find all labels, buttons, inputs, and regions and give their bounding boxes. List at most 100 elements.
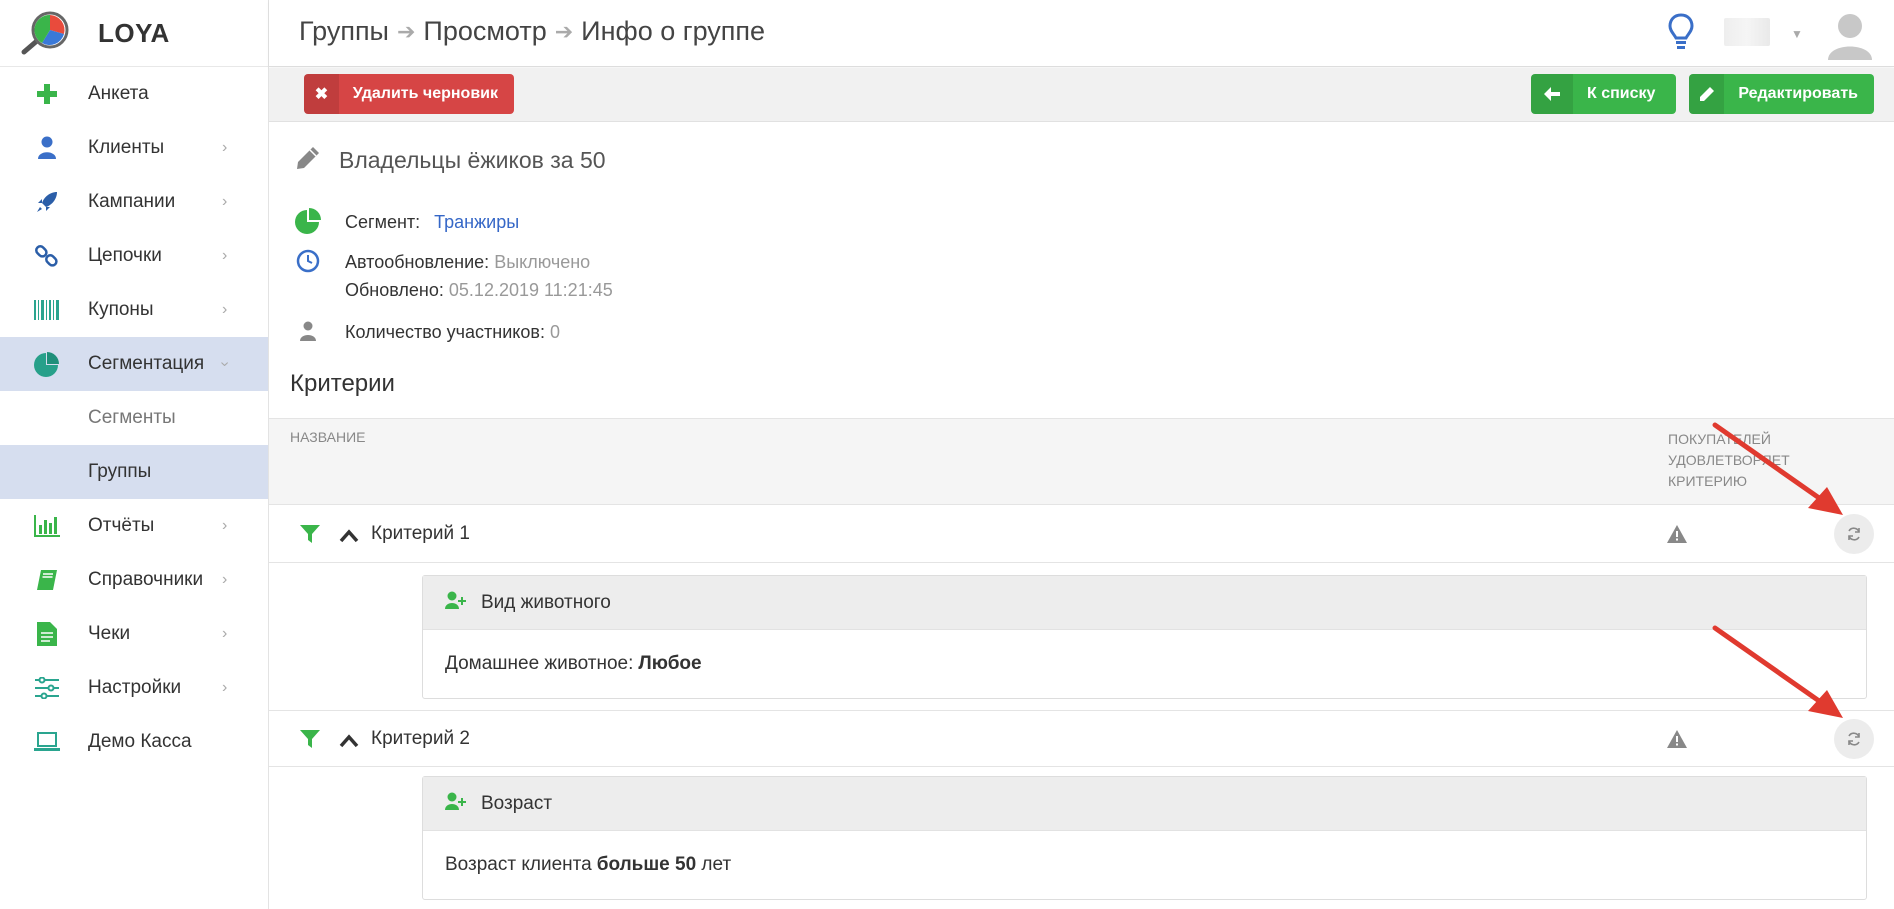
autoupdate-value: Выключено: [494, 252, 591, 272]
sidebar-item-receipts[interactable]: Чеки ›: [0, 607, 268, 661]
sidebar-item-settings[interactable]: Настройки ›: [0, 661, 268, 715]
sidebar-item-label: Кампании: [88, 191, 176, 212]
laptop-icon: [33, 728, 61, 756]
members-row: Количество участников: 0: [295, 318, 560, 346]
sidebar-item-demo-cashbox[interactable]: Демо Касса: [0, 715, 268, 769]
sidebar-item-label: Анкета: [88, 83, 149, 104]
sidebar-item-anketa[interactable]: Анкета: [0, 67, 268, 121]
filter-icon: [299, 523, 321, 545]
refresh-button[interactable]: [1834, 514, 1874, 554]
card-title: Возраст: [481, 792, 553, 814]
edit-button[interactable]: Редактировать: [1689, 74, 1874, 114]
card-value: Любое: [638, 653, 702, 674]
autoupdate-label: Автообновление:: [345, 252, 490, 272]
logo[interactable]: LOYA: [0, 0, 268, 67]
sidebar-item-clients[interactable]: Клиенты ›: [0, 121, 268, 175]
arrow-left-icon: [1531, 74, 1573, 114]
bar-chart-icon: [33, 512, 61, 540]
card-value: больше 50: [596, 854, 697, 875]
updated-label: Обновлено:: [345, 280, 444, 300]
segment-link[interactable]: Транжиры: [434, 212, 519, 232]
autoupdate-row: Автообновление: Выключено Обновлено: 05.…: [295, 248, 613, 304]
segment-label: Сегмент:: [345, 212, 421, 232]
sidebar-item-label: Сегменты: [88, 407, 176, 428]
filter-icon: [299, 728, 321, 750]
pie-chart-icon: [295, 208, 321, 234]
card-title: Вид животного: [481, 591, 611, 613]
criteria-title: Критерии: [290, 370, 395, 397]
criterion-name: Критерий 2: [371, 727, 470, 749]
chevron-right-icon: ›: [222, 301, 228, 318]
col-header-name: Название: [290, 429, 366, 445]
toolbar: ✖ Удалить черновик К списку Редактироват…: [269, 68, 1894, 122]
user-name-blurred[interactable]: [1724, 18, 1770, 46]
add-user-icon: [445, 591, 467, 614]
user-icon: [295, 318, 321, 344]
sidebar-item-label: Чеки: [88, 623, 131, 644]
criterion-row[interactable]: Критерий 1: [269, 506, 1894, 563]
lightbulb-icon[interactable]: [1666, 12, 1696, 52]
clock-icon: [295, 248, 321, 274]
breadcrumb-groups[interactable]: Группы: [299, 16, 389, 47]
criterion-card: Возраст Возраст клиента больше 50 лет: [422, 776, 1867, 900]
refresh-icon: [1848, 527, 1860, 541]
sidebar-item-chains[interactable]: Цепочки ›: [0, 229, 268, 283]
sidebar-item-label: Сегментация: [88, 353, 205, 374]
sidebar-item-reports[interactable]: Отчёты ›: [0, 499, 268, 553]
caret-down-icon[interactable]: ▼: [1791, 27, 1803, 41]
criterion-row[interactable]: Критерий 2: [269, 710, 1894, 767]
chain-icon: [33, 242, 61, 270]
app-name: LOYA: [98, 17, 170, 48]
sidebar-item-coupons[interactable]: Купоны ›: [0, 283, 268, 337]
warning-icon: [1667, 729, 1687, 748]
sidebar-item-campaigns[interactable]: Кампании ›: [0, 175, 268, 229]
avatar[interactable]: [1824, 8, 1876, 60]
criterion-name: Критерий 1: [371, 523, 470, 544]
sidebar-subitem-segments[interactable]: Сегменты: [0, 391, 268, 445]
card-text: Возраст клиента: [445, 854, 592, 875]
chevron-up-icon[interactable]: [339, 732, 359, 747]
sidebar-item-directories[interactable]: Справочники ›: [0, 553, 268, 607]
book-icon: [33, 566, 61, 594]
members-value: 0: [549, 322, 560, 342]
close-icon: ✖: [304, 74, 339, 114]
card-body: Домашнее животное: Любое: [423, 630, 1866, 698]
plus-icon: [33, 80, 61, 108]
segment-row: Сегмент: Транжиры: [295, 208, 519, 236]
sidebar-item-label: Клиенты: [88, 137, 165, 158]
sidebar-item-label: Справочники: [88, 569, 204, 590]
sidebar-item-label: Цепочки: [88, 245, 162, 266]
add-user-icon: [445, 792, 467, 815]
sidebar-item-label: Группы: [88, 461, 152, 482]
sidebar-item-label: Отчёты: [88, 515, 155, 536]
breadcrumb-group-info: Инфо о группе: [581, 16, 766, 46]
sidebar-item-label: Настройки: [88, 677, 182, 698]
refresh-button[interactable]: [1834, 718, 1874, 759]
delete-draft-button[interactable]: ✖ Удалить черновик: [304, 74, 514, 114]
header: Группы ➔ Просмотр ➔ Инфо о группе ▼: [269, 0, 1894, 67]
card-suffix: лет: [696, 854, 732, 875]
sidebar-nav: Анкета Клиенты › Кампании › Цепочки › Ку…: [0, 67, 268, 769]
back-to-list-button[interactable]: К списку: [1531, 74, 1676, 114]
card-body: Возраст клиента больше 50 лет: [423, 831, 1866, 899]
sidebar-subitem-groups[interactable]: Группы: [0, 445, 268, 499]
sidebar-item-segmentation[interactable]: Сегментация ›: [0, 337, 268, 391]
pie-chart-icon: [33, 350, 61, 378]
sliders-icon: [33, 674, 61, 702]
criteria-table-header: Название Покупателей удовлетворяет крите…: [269, 418, 1894, 505]
chevron-down-icon: ›: [216, 361, 234, 367]
arrow-right-icon: ➔: [554, 18, 574, 44]
warning-icon: [1667, 525, 1687, 543]
chevron-right-icon: ›: [222, 517, 228, 534]
chevron-right-icon: ›: [222, 247, 228, 264]
chevron-up-icon[interactable]: [339, 527, 359, 543]
refresh-icon: [1848, 731, 1860, 746]
arrow-right-icon: ➔: [396, 18, 416, 44]
group-title: Владельцы ёжиков за 50: [339, 147, 606, 173]
pencil-icon: [1689, 74, 1725, 114]
updated-value: 05.12.2019 11:21:45: [448, 280, 613, 300]
card-header: Вид животного: [423, 576, 1866, 630]
breadcrumb-view[interactable]: Просмотр: [423, 16, 546, 47]
card-text: Домашнее животное:: [445, 653, 634, 674]
breadcrumb: Группы ➔ Просмотр ➔ Инфо о группе: [299, 16, 765, 47]
